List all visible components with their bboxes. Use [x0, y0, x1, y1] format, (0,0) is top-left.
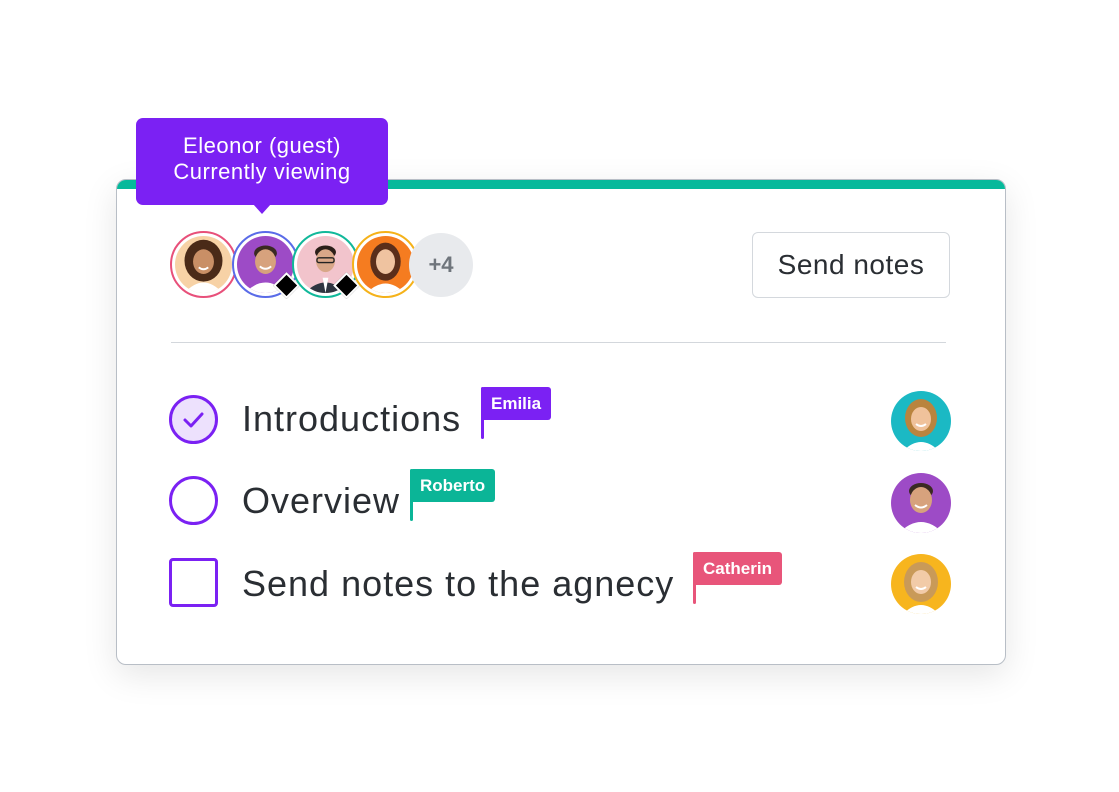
tooltip-arrow — [253, 204, 271, 214]
flag-pole — [693, 552, 696, 604]
task-assignee-avatar-1[interactable] — [891, 391, 951, 451]
presence-tooltip: Eleonor (guest) Currently viewing — [136, 118, 388, 214]
checkmark-icon — [183, 412, 204, 428]
divider — [171, 342, 946, 343]
task-checkbox-open[interactable] — [169, 476, 218, 525]
task-label-send-notes: Send notes to the agnecy — [242, 563, 675, 604]
participant-avatar-2[interactable] — [232, 231, 300, 299]
assignee-name: Roberto — [420, 476, 486, 495]
woman-teal-portrait — [891, 391, 951, 451]
flag-pole — [410, 469, 413, 521]
woman-yellow-portrait — [891, 554, 951, 614]
woman-curly-portrait — [175, 236, 232, 293]
assignee-flag-emilia: Emilia — [481, 387, 552, 439]
tooltip-guest-name: Eleonor (guest) — [183, 133, 341, 158]
woman-orange-portrait — [357, 236, 414, 293]
assignee-name: Catherin — [703, 559, 772, 578]
task-assignee-avatar-3[interactable] — [891, 554, 951, 614]
task-label-overview: Overview — [242, 480, 401, 521]
task-label-introductions: Introductions — [242, 398, 462, 439]
assignee-flag-roberto: Roberto — [410, 469, 496, 521]
send-notes-button[interactable]: Send notes — [752, 232, 950, 298]
more-participants-count[interactable]: +4 — [409, 233, 473, 297]
participant-avatar-3[interactable] — [292, 231, 360, 299]
task-assignee-avatar-2[interactable] — [891, 473, 951, 533]
man-purple-portrait — [891, 473, 951, 533]
assignee-flag-catherin: Catherin — [693, 552, 782, 604]
tooltip-status: Currently viewing — [173, 159, 351, 184]
participant-avatar-1[interactable] — [170, 231, 237, 298]
task-checkbox-checked[interactable] — [169, 395, 218, 444]
flag-pole — [481, 387, 484, 439]
task-checkbox-square[interactable] — [169, 558, 218, 607]
assignee-name: Emilia — [491, 394, 542, 413]
